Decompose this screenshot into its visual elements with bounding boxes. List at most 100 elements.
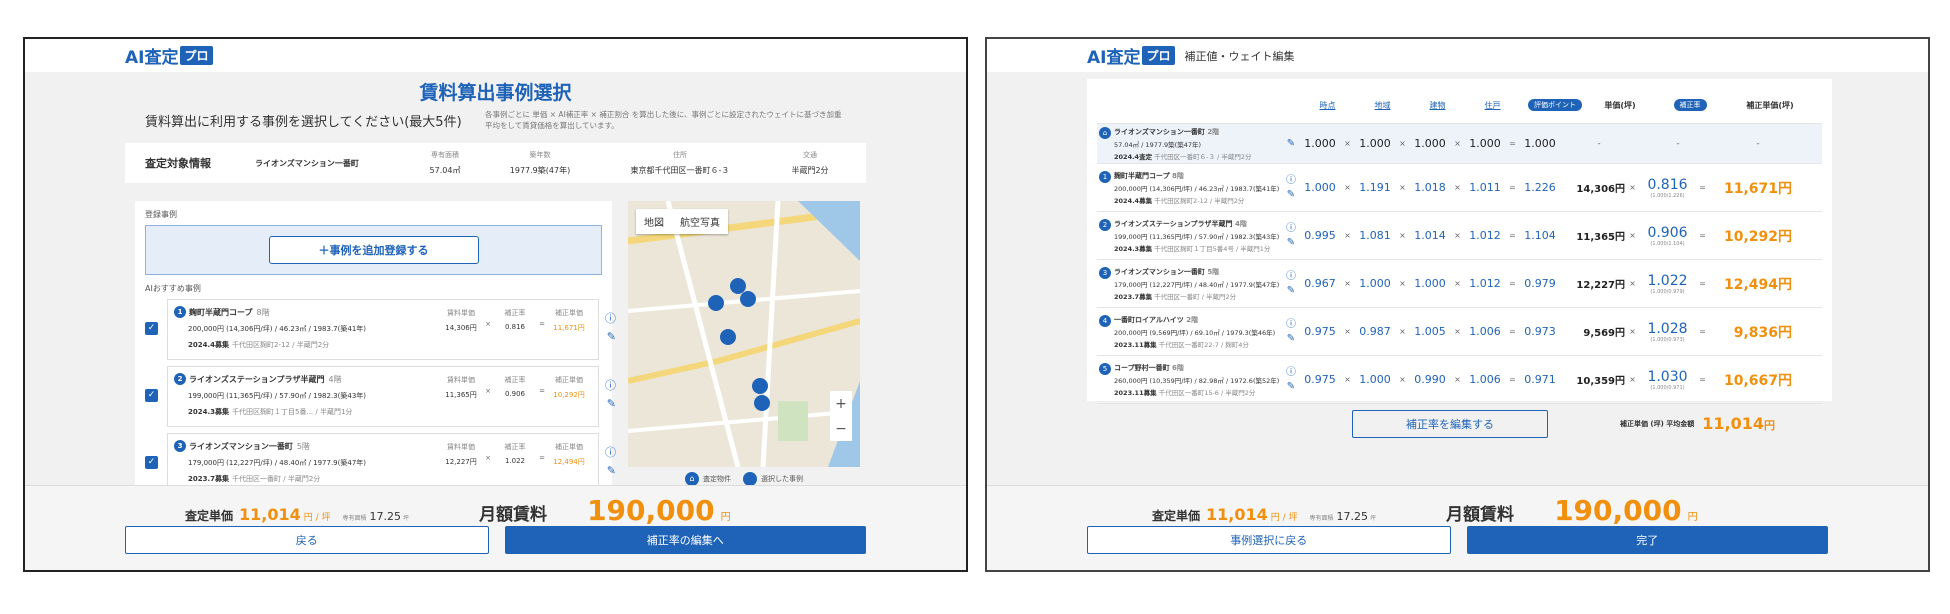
factor-unit: 1.006 [1469,325,1501,338]
tab-map[interactable]: 地図 [636,209,672,234]
tab-aerial[interactable]: 航空写真 [672,209,728,234]
target-area: 専有面積 57.04㎡ [405,150,485,176]
case-number-badge: 2 [174,373,186,385]
rate-formula: (1.000/0.971) [1650,384,1685,391]
case-marker-4[interactable] [708,295,724,311]
col-time[interactable]: 時点 [1300,100,1355,111]
col-score: 評価ポイント [1528,99,1582,111]
rate-value: 1.028 [1647,320,1688,337]
corrected-label: 補正単価 [555,443,583,451]
price-dash: - [1597,138,1601,149]
pencil-icon[interactable]: ✎ [1282,332,1300,346]
info-icon[interactable]: ⓘ [1282,174,1300,188]
average-unit: 円 [1764,419,1776,432]
target-name: ライオンズマンション一番町 [1114,127,1205,136]
app-logo[interactable]: AI査定 プロ [1087,43,1175,68]
pencil-icon[interactable]: ✎ [1282,236,1300,250]
case-name: ライオンズマンション一番町 [1114,267,1205,276]
registered-cases-area: ＋事例を追加登録する [145,225,602,275]
factor-time: 0.995 [1304,229,1336,242]
info-icon[interactable]: ⓘ [605,444,616,460]
case-checkbox[interactable]: ✓ [145,456,158,469]
case-marker-5[interactable] [720,329,736,345]
edit-correction-button[interactable]: 補正率の編集へ [504,526,866,554]
case-card[interactable]: 2 ライオンズステーションプラザ半蔵門 4階 199,000円 (11,365円/坪… [167,366,616,427]
target-location: 千代田区一番町６-３ / 半蔵門2分 [1154,152,1252,161]
target-transit: 交通 半蔵門2分 [765,150,855,176]
case-marker-2[interactable] [752,378,768,394]
tsubo-label: 専有面積 [342,515,367,522]
col-rate: 補正率 [1673,99,1707,111]
case-date: 2023.7募集 [1114,292,1153,301]
case-location: 千代田区麹町2-12 / 半蔵門2分 [232,341,330,349]
pencil-icon[interactable]: ✎ [607,330,616,343]
corrected-price: 9,836円 [1733,324,1792,341]
info-icon[interactable]: ⓘ [1282,318,1300,332]
pencil-icon[interactable]: ✎ [1282,188,1300,202]
home-icon: ⌂ [1099,126,1111,139]
target-marker[interactable] [740,291,756,307]
case-marker-3[interactable] [730,278,746,294]
case-number-badge: 1 [174,306,186,318]
unit-price-label: 賃料単価 [447,376,475,384]
rate-value: 1.022 [1647,272,1688,289]
rate-label: 補正率 [504,309,526,317]
factor-building: 1.018 [1414,181,1446,194]
pencil-icon[interactable]: ✎ [1282,137,1300,151]
target-details: 57.04㎡ / 1977.9築(築47年) [1114,140,1202,149]
case-checkbox[interactable]: ✓ [145,322,158,335]
case-card[interactable]: 1 麹町半蔵門コープ 8階 200,000円 (14,306円/坪) / 46.23… [167,299,616,360]
pencil-icon[interactable]: ✎ [607,464,616,477]
back-to-selection-button[interactable]: 事例選択に戻る [1087,526,1451,554]
case-checkbox[interactable]: ✓ [145,389,158,402]
corrected-price: 11,671円 [1723,180,1792,197]
unit-price: 14,306円 [445,324,477,332]
back-button[interactable]: 戻る [125,526,489,554]
case-location: 千代田区一番町 / 半蔵門2分 [232,475,321,483]
svg-text:−: − [835,421,847,437]
info-icon[interactable]: ⓘ [1282,222,1300,236]
assess-unit: 円 / 坪 [303,513,331,523]
case-list-panel: 登録事例 ＋事例を追加登録する AIおすすめ事例 ✓ 1 麹町半蔵門コープ 8階 2… [135,201,616,501]
col-unit[interactable]: 住戸 [1465,100,1520,111]
location-map[interactable]: + − 地図 航空写真 [628,201,860,467]
case-name: 麹町半蔵門コープ [1114,171,1170,180]
case-floor: 6階 [1172,363,1184,372]
average-value: 11,014円 [1702,414,1775,433]
factor-score: 0.973 [1524,325,1556,338]
pencil-icon[interactable]: ✎ [1282,284,1300,298]
case-selection-screen: AI査定 プロ 賃料算出事例選択 賃料算出に利用する事例を選択してください(最大5… [23,37,968,572]
info-icon[interactable]: ⓘ [1282,366,1300,380]
corrected-label: 補正単価 [555,376,583,384]
col-area[interactable]: 地域 [1355,100,1410,111]
complete-button[interactable]: 完了 [1466,526,1828,554]
pencil-icon[interactable]: ✎ [1282,380,1300,394]
correction-rate: 0.816 [504,323,526,331]
case-marker-1[interactable] [754,395,770,411]
factor-time: 0.967 [1304,277,1336,290]
page-subtitle: 補正値・ウェイト編集 [1184,49,1295,63]
info-icon[interactable]: ⓘ [605,377,616,393]
factor-unit: 1.000 [1469,137,1501,150]
legend-selected: 選択した事例 [761,475,803,483]
correction-edit-screen: AI査定 プロ 補正値・ウェイト編集 時点 地域 建物 住戸 評価ポイント 単価(… [985,37,1930,572]
pencil-icon[interactable]: ✎ [607,397,616,410]
factor-unit: 1.006 [1469,373,1501,386]
selected-dot-icon [743,472,757,486]
col-price: 単価(坪) [1604,100,1636,110]
info-icon[interactable]: ⓘ [605,310,616,326]
add-case-button[interactable]: ＋事例を追加登録する [268,236,479,264]
area-value: 57.04㎡ [429,166,461,175]
col-corrected: 補正単価(坪) [1746,100,1794,110]
col-building[interactable]: 建物 [1410,100,1465,111]
edit-rates-button[interactable]: 補正率を編集する [1352,409,1548,438]
info-icon[interactable]: ⓘ [1282,270,1300,284]
app-logo[interactable]: AI査定 プロ [125,43,213,68]
target-row: ⌂ ライオンズマンション一番町 2階 57.04㎡ / 1977.9築(築47年) 2… [1097,123,1822,163]
table-header: 時点 地域 建物 住戸 評価ポイント 単価(坪) 補正率 補正単価(坪) [1097,87,1822,123]
correction-rate: 1.022 (1.000/0.979) [1640,273,1695,295]
instruction-text: 賃料算出に利用する事例を選択してください(最大5件) [145,114,462,130]
unit-price: 11,365円 [1576,232,1625,243]
rate-formula: (1.000/1.226) [1650,192,1685,199]
factor-building: 0.990 [1414,373,1446,386]
